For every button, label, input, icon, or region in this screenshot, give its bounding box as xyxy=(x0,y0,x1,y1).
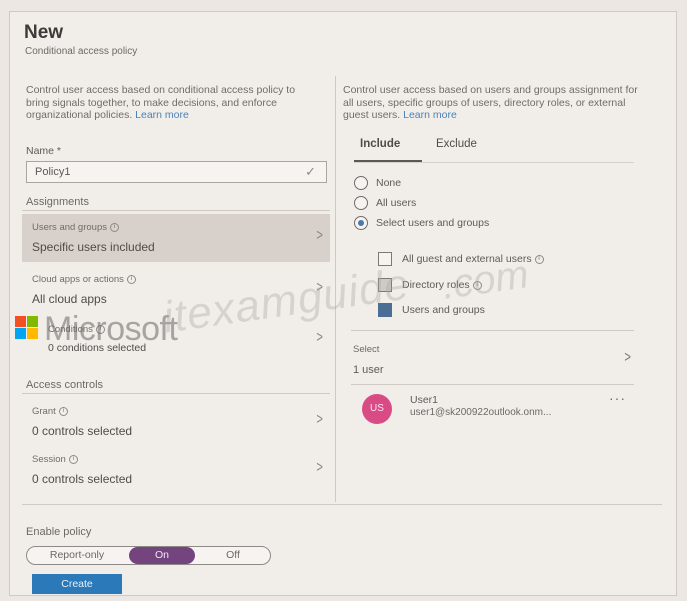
divider xyxy=(351,384,634,385)
checkmark-icon: ✓ xyxy=(305,164,316,179)
user-email: user1@sk200922outlook.onm... xyxy=(410,407,552,418)
grant-label: Grant i xyxy=(32,406,68,417)
radio-none[interactable] xyxy=(354,176,368,190)
info-icon: i xyxy=(534,254,544,264)
session-label: Session i xyxy=(32,454,78,465)
radio-all-users[interactable] xyxy=(354,196,368,210)
grant-item[interactable]: Grant i 0 controls selected > xyxy=(22,398,330,446)
microsoft-logo xyxy=(15,316,39,340)
toggle-off[interactable]: Off xyxy=(199,547,267,564)
select-value: 1 user xyxy=(353,364,384,376)
avatar: US xyxy=(362,394,392,424)
name-label: Name * xyxy=(26,145,62,157)
divider xyxy=(351,330,634,331)
divider xyxy=(22,393,330,394)
chevron-right-icon: > xyxy=(316,329,323,346)
info-icon: i xyxy=(126,274,136,284)
name-value: Policy1 xyxy=(35,166,71,178)
users-description: Control user access based on users and g… xyxy=(343,84,643,122)
chevron-right-icon: > xyxy=(316,227,323,244)
divider xyxy=(22,210,330,211)
radio-all-users-label: All users xyxy=(376,197,417,209)
assignments-heading: Assignments xyxy=(26,196,89,208)
brand-text: Microsoft xyxy=(44,310,178,348)
tab-exclude[interactable]: Exclude xyxy=(436,138,477,150)
radio-select-users-label: Select users and groups xyxy=(376,217,490,229)
users-label: Users and groups i xyxy=(32,222,119,233)
page-title: New xyxy=(24,22,64,43)
cloud-apps-value: All cloud apps xyxy=(32,292,107,306)
divider xyxy=(22,504,662,505)
tab-include[interactable]: Include xyxy=(360,138,400,150)
session-item[interactable]: Session i 0 controls selected > xyxy=(22,446,330,494)
users-description-text: Control user access based on users and g… xyxy=(343,84,638,121)
page-subtitle: Conditional access policy xyxy=(25,46,138,57)
policy-description: Control user access based on conditional… xyxy=(26,84,306,122)
users-value: Specific users included xyxy=(32,240,155,254)
toggle-report-only[interactable]: Report-only xyxy=(33,547,121,564)
tab-divider xyxy=(354,162,634,163)
toggle-on[interactable]: On xyxy=(129,547,195,564)
chevron-right-icon: > xyxy=(624,349,631,366)
select-users-picker[interactable]: Select 1 user > xyxy=(351,340,634,384)
info-icon: i xyxy=(58,406,68,416)
select-label: Select xyxy=(353,344,380,355)
session-value: 0 controls selected xyxy=(32,472,133,486)
users-and-groups-item[interactable]: Users and groups i Specific users include… xyxy=(22,214,330,262)
enable-policy-toggle[interactable]: Report-only On Off xyxy=(26,546,271,565)
selected-user-row[interactable]: US User1 user1@sk200922outlook.onm... ··… xyxy=(356,390,636,426)
grant-value: 0 controls selected xyxy=(32,424,133,438)
radio-none-label: None xyxy=(376,177,402,189)
enable-policy-label: Enable policy xyxy=(26,526,92,538)
info-icon: i xyxy=(68,454,78,464)
policy-blade: New Conditional access policy Control us… xyxy=(9,11,677,596)
create-button[interactable]: Create xyxy=(32,574,122,594)
cloud-apps-label: Cloud apps or actions i xyxy=(32,274,136,285)
learn-more-link[interactable]: Learn more xyxy=(403,109,457,121)
learn-more-link[interactable]: Learn more xyxy=(135,109,189,121)
radio-select-users[interactable] xyxy=(354,216,368,230)
checkbox-users-and-groups-label: Users and groups xyxy=(402,304,485,316)
name-field[interactable]: Policy1 ✓ xyxy=(26,161,327,183)
chevron-right-icon: > xyxy=(316,459,323,476)
chevron-right-icon: > xyxy=(316,411,323,428)
access-controls-heading: Access controls xyxy=(26,379,104,391)
more-icon[interactable]: ··· xyxy=(609,390,626,406)
info-icon: i xyxy=(109,222,119,232)
user-name: User1 xyxy=(410,394,439,406)
